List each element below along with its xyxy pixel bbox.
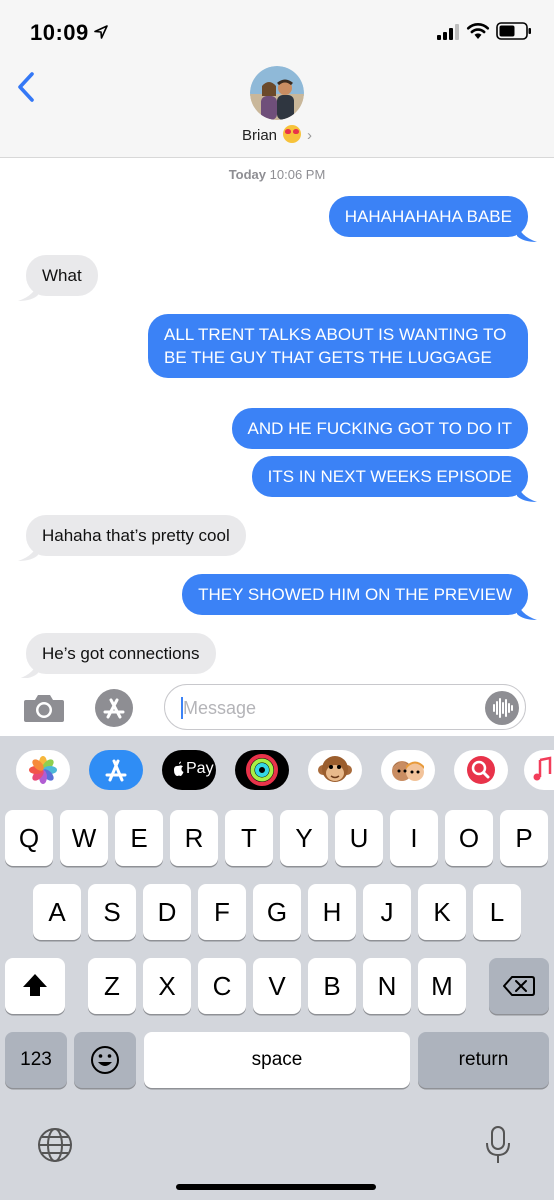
key-s[interactable]: S bbox=[88, 884, 136, 940]
conversation-header: Brian › bbox=[0, 62, 554, 158]
back-chevron-icon[interactable] bbox=[14, 70, 40, 104]
key-w[interactable]: W bbox=[60, 810, 108, 866]
key-o[interactable]: O bbox=[445, 810, 493, 866]
message-field[interactable] bbox=[164, 684, 526, 730]
key-x[interactable]: X bbox=[143, 958, 191, 1014]
outgoing-message-bubble[interactable]: THEY SHOWED HIM ON THE PREVIEW bbox=[182, 574, 528, 615]
app-store-app-icon[interactable] bbox=[89, 750, 143, 790]
app-drawer: Pay bbox=[0, 736, 554, 804]
shift-key[interactable] bbox=[5, 958, 65, 1014]
status-bar: 10:09 bbox=[0, 0, 554, 62]
app-store-icon[interactable] bbox=[95, 689, 133, 727]
outgoing-message-bubble[interactable]: ALL TRENT TALKS ABOUT IS WANTING TO BE T… bbox=[148, 314, 528, 378]
key-g[interactable]: G bbox=[253, 884, 301, 940]
key-d[interactable]: D bbox=[143, 884, 191, 940]
delete-key[interactable] bbox=[489, 958, 549, 1014]
heart-eyes-emoji-icon bbox=[283, 125, 302, 143]
status-time: 10:09 bbox=[30, 20, 89, 45]
bubble-tail-icon bbox=[517, 482, 537, 502]
timestamp-time: 10:06 PM bbox=[269, 167, 326, 182]
incoming-message-bubble[interactable]: He’s got connections bbox=[26, 633, 216, 674]
cellular-signal-icon bbox=[437, 24, 459, 40]
bubble-tail-icon bbox=[18, 541, 38, 561]
bubble-tail-icon bbox=[517, 600, 537, 620]
key-f[interactable]: F bbox=[198, 884, 246, 940]
message-timestamp: Today 10:06 PM bbox=[0, 167, 554, 182]
key-n[interactable]: N bbox=[363, 958, 411, 1014]
key-l[interactable]: L bbox=[473, 884, 521, 940]
key-z[interactable]: Z bbox=[88, 958, 136, 1014]
chevron-right-icon: › bbox=[307, 127, 313, 144]
monkey-animoji-icon[interactable] bbox=[308, 750, 362, 790]
key-j[interactable]: J bbox=[363, 884, 411, 940]
battery-icon bbox=[496, 22, 531, 40]
key-c[interactable]: C bbox=[198, 958, 246, 1014]
bubble-tail-icon bbox=[517, 222, 537, 242]
message-input[interactable] bbox=[183, 695, 473, 721]
space-key[interactable]: space bbox=[144, 1032, 410, 1088]
return-key[interactable]: return bbox=[418, 1032, 549, 1088]
key-e[interactable]: E bbox=[115, 810, 163, 866]
search-images-app-icon[interactable] bbox=[454, 750, 508, 790]
globe-icon[interactable] bbox=[36, 1126, 74, 1164]
outgoing-message-bubble[interactable]: ITS IN NEXT WEEKS EPISODE bbox=[251, 456, 528, 497]
home-indicator[interactable] bbox=[176, 1184, 376, 1190]
key-u[interactable]: U bbox=[335, 810, 383, 866]
key-y[interactable]: Y bbox=[280, 810, 328, 866]
activity-app-icon[interactable] bbox=[235, 750, 289, 790]
key-a[interactable]: A bbox=[33, 884, 81, 940]
wifi-icon bbox=[466, 23, 490, 39]
contact-name-row[interactable]: Brian › bbox=[0, 125, 554, 144]
key-k[interactable]: K bbox=[418, 884, 466, 940]
camera-icon[interactable] bbox=[22, 692, 66, 724]
key-t[interactable]: T bbox=[225, 810, 273, 866]
memoji-stickers-icon[interactable] bbox=[381, 750, 435, 790]
microphone-icon[interactable] bbox=[482, 1124, 514, 1166]
compose-bar bbox=[0, 678, 554, 736]
outgoing-message-bubble[interactable]: HAHAHAHAHA BABE bbox=[328, 196, 528, 237]
music-app-icon[interactable] bbox=[524, 750, 554, 790]
apple-pay-label: Pay bbox=[186, 760, 214, 777]
outgoing-message-bubble[interactable]: AND HE FUCKING GOT TO DO IT bbox=[231, 408, 528, 449]
location-arrow-icon bbox=[94, 25, 108, 39]
key-h[interactable]: H bbox=[308, 884, 356, 940]
keyboard: Pay Q W E R T Y U I O P A S D F G H J K … bbox=[0, 736, 554, 1200]
shift-arrow-icon bbox=[23, 974, 47, 996]
key-q[interactable]: Q bbox=[5, 810, 53, 866]
bubble-tail-icon bbox=[18, 281, 38, 301]
timestamp-day: Today bbox=[228, 167, 267, 182]
bubble-tail-icon bbox=[18, 659, 38, 679]
key-i[interactable]: I bbox=[390, 810, 438, 866]
photos-app-icon[interactable] bbox=[16, 750, 70, 790]
incoming-message-bubble[interactable]: Hahaha that’s pretty cool bbox=[26, 515, 246, 556]
key-v[interactable]: V bbox=[253, 958, 301, 1014]
numbers-key[interactable]: 123 bbox=[5, 1032, 67, 1088]
key-m[interactable]: M bbox=[418, 958, 466, 1014]
key-r[interactable]: R bbox=[170, 810, 218, 866]
contact-name: Brian bbox=[241, 127, 278, 144]
key-p[interactable]: P bbox=[500, 810, 548, 866]
emoji-key[interactable] bbox=[74, 1032, 136, 1088]
key-b[interactable]: B bbox=[308, 958, 356, 1014]
backspace-icon bbox=[503, 976, 535, 996]
apple-pay-icon[interactable]: Pay bbox=[162, 750, 216, 790]
audio-waveform-icon[interactable] bbox=[485, 691, 519, 725]
smiley-face-icon bbox=[91, 1046, 119, 1074]
contact-avatar[interactable] bbox=[250, 66, 304, 120]
